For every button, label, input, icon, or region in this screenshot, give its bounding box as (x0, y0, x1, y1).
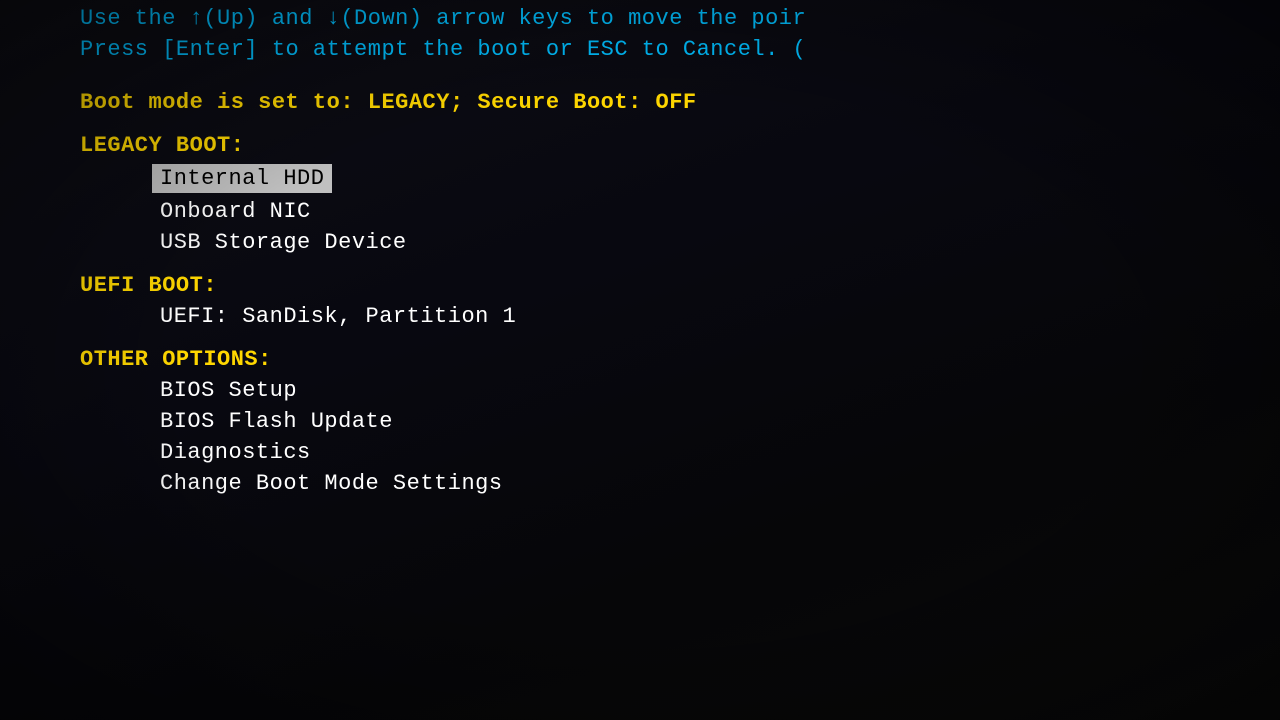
boot-item-uefi-sandisk[interactable]: UEFI: SanDisk, Partition 1 (160, 304, 1280, 329)
boot-mode-status: Boot mode is set to: LEGACY; Secure Boot… (80, 90, 1280, 115)
boot-item-bios-flash[interactable]: BIOS Flash Update (160, 409, 1280, 434)
boot-item-diagnostics[interactable]: Diagnostics (160, 440, 1280, 465)
boot-item-internal-hdd[interactable]: Internal HDD (152, 164, 332, 193)
boot-item-usb-storage[interactable]: USB Storage Device (160, 230, 1280, 255)
bios-content: Use the ↑(Up) and ↓(Down) arrow keys to … (80, 0, 1280, 496)
uefi-boot-header: UEFI BOOT: (80, 273, 1280, 298)
other-options-header: OTHER OPTIONS: (80, 347, 1280, 372)
boot-item-bios-setup[interactable]: BIOS Setup (160, 378, 1280, 403)
legacy-boot-header: LEGACY BOOT: (80, 133, 1280, 158)
boot-item-change-boot-mode[interactable]: Change Boot Mode Settings (160, 471, 1280, 496)
header-instruction-line1: Use the ↑(Up) and ↓(Down) arrow keys to … (80, 0, 1280, 35)
bios-screen: Use the ↑(Up) and ↓(Down) arrow keys to … (0, 0, 1280, 720)
boot-item-onboard-nic[interactable]: Onboard NIC (160, 199, 1280, 224)
header-instruction-line2: Press [Enter] to attempt the boot or ESC… (80, 35, 1280, 66)
